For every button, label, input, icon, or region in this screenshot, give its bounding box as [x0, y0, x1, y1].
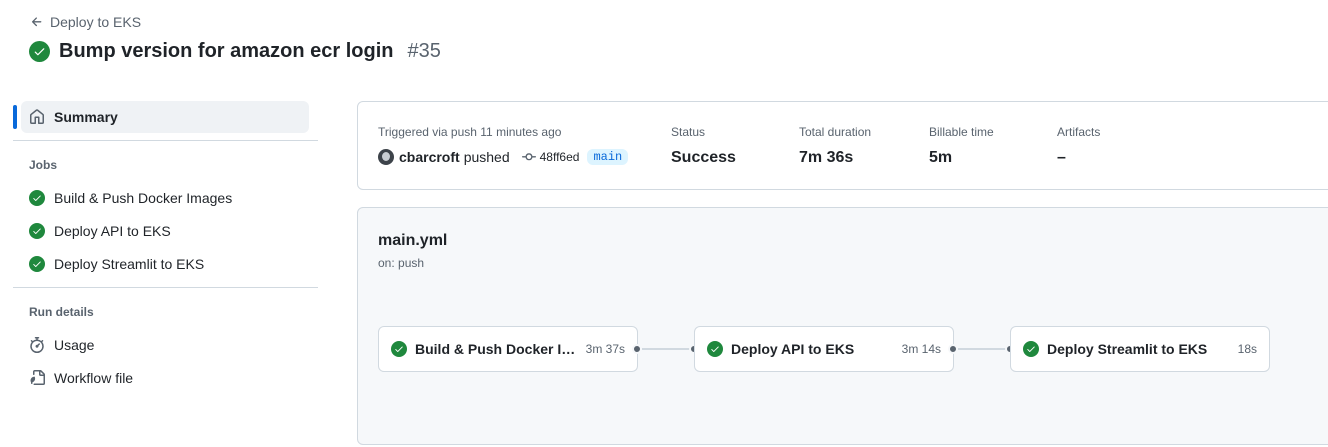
job-name: Deploy API to EKS [731, 341, 855, 357]
page-title: Bump version for amazon ecr login #35 [29, 40, 441, 63]
check-circle-icon [707, 341, 723, 357]
billable-label: Billable time [929, 125, 994, 139]
run-details-section-title: Run details [29, 305, 94, 319]
action-text: pushed [463, 149, 510, 165]
connector-line [958, 348, 1006, 350]
artifacts-label: Artifacts [1057, 125, 1101, 139]
divider [13, 287, 318, 288]
actor-link[interactable]: cbarcroft [399, 149, 460, 165]
sidebar-item-label: Deploy Streamlit to EKS [54, 255, 205, 272]
sidebar-item-label: Build & Push Docker Images [54, 189, 233, 206]
job-name: Build & Push Docker Im... [415, 341, 578, 357]
job-node-deploy-api[interactable]: Deploy API to EKS 3m 14s [694, 326, 954, 372]
trigger-row: cbarcroft pushed 48ff6ed main [378, 149, 629, 165]
job-duration: 3m 14s [901, 342, 941, 356]
run-title-text: Bump version for amazon ecr login [59, 40, 394, 62]
branch-badge[interactable]: main [587, 149, 629, 165]
check-circle-icon [29, 255, 45, 272]
active-indicator [13, 105, 17, 129]
job-name: Deploy Streamlit to EKS [1047, 341, 1208, 357]
status-value: Success [671, 149, 736, 166]
run-number: #35 [407, 40, 441, 62]
sidebar: Summary Jobs Build & Push Docker Images … [13, 101, 318, 394]
sidebar-item-label: Usage [54, 336, 95, 353]
sidebar-item-label: Summary [54, 109, 118, 125]
workflow-trigger: on: push [378, 256, 425, 270]
triggered-label: Triggered via push 11 minutes ago [378, 125, 562, 139]
commit-sha: 48ff6ed [539, 150, 580, 164]
run-details-list: Usage Workflow file [13, 328, 318, 394]
workflow-file-name: main.yml [378, 232, 448, 249]
billable-value[interactable]: 5m [929, 149, 952, 167]
sidebar-item-build-push[interactable]: Build & Push Docker Images [13, 181, 318, 214]
git-commit-icon [521, 153, 536, 161]
sidebar-item-usage[interactable]: Usage [13, 328, 318, 361]
duration-label: Total duration [799, 125, 872, 139]
avatar[interactable] [378, 149, 394, 165]
arrow-left-icon [31, 17, 42, 27]
sidebar-item-deploy-streamlit[interactable]: Deploy Streamlit to EKS [13, 247, 318, 280]
home-icon [30, 109, 44, 124]
file-code-icon [30, 369, 45, 385]
check-circle-icon [29, 222, 45, 239]
artifacts-value: – [1057, 149, 1066, 166]
check-circle-icon [1023, 341, 1039, 357]
check-circle-icon [29, 189, 45, 206]
connector-dot [948, 344, 958, 354]
check-circle-icon [391, 341, 407, 357]
sidebar-item-label: Workflow file [54, 369, 134, 386]
job-duration: 3m 37s [585, 342, 625, 356]
connector-dot [632, 344, 642, 354]
sidebar-item-deploy-api[interactable]: Deploy API to EKS [13, 214, 318, 247]
jobs-list: Build & Push Docker Images Deploy API to… [13, 181, 318, 280]
connector-line [642, 348, 690, 350]
run-summary-card: Triggered via push 11 minutes ago cbarcr… [357, 101, 1328, 190]
sidebar-item-workflow-file[interactable]: Workflow file [13, 361, 318, 394]
sidebar-item-summary[interactable]: Summary [13, 101, 309, 133]
jobs-section-title: Jobs [29, 158, 58, 172]
job-node-deploy-streamlit[interactable]: Deploy Streamlit to EKS 18s [1010, 326, 1270, 372]
back-link-label: Deploy to EKS [50, 14, 142, 30]
workflow-graph-card: main.yml on: push Build & Push Docker Im… [357, 207, 1328, 445]
status-label: Status [671, 125, 706, 139]
job-node-build-push[interactable]: Build & Push Docker Im... 3m 37s [378, 326, 638, 372]
divider [13, 140, 318, 141]
check-circle-icon [29, 41, 50, 62]
stopwatch-icon [30, 336, 44, 353]
duration-value: 7m 36s [799, 149, 854, 166]
back-to-workflow-link[interactable]: Deploy to EKS [30, 14, 141, 30]
sidebar-item-label: Deploy API to EKS [54, 222, 171, 239]
job-duration: 18s [1237, 342, 1257, 356]
commit-link[interactable]: 48ff6ed [521, 150, 580, 164]
